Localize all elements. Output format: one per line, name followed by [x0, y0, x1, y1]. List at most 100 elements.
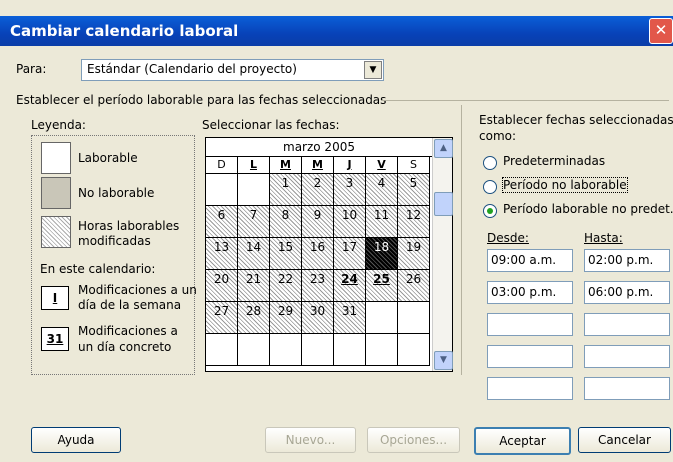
calendar-day-cell[interactable]: 5 [398, 174, 430, 206]
scroll-down-icon[interactable]: ▼ [434, 351, 453, 370]
calendar-day-cell[interactable] [398, 302, 430, 334]
radio-no-laborable[interactable] [483, 180, 497, 194]
calendar-day-cell[interactable]: 13 [206, 238, 238, 270]
desde-field[interactable]: 09:00 a.m. [487, 249, 573, 272]
no-laborable-swatch [41, 177, 71, 209]
specific-day-icon: 31 [41, 327, 69, 351]
desde-label: Desde: [487, 231, 529, 245]
calendar-day-number: 11 [373, 208, 390, 222]
calendar-day-cell[interactable]: 10 [334, 206, 366, 238]
desde-field[interactable]: 03:00 p.m. [487, 281, 573, 304]
calendar-scrollbar[interactable]: ▲ ▼ [432, 138, 453, 371]
calendar-day-cell[interactable]: 9 [302, 206, 334, 238]
calendar-day-cell[interactable]: 7 [238, 206, 270, 238]
calendar-day-cell[interactable]: 8 [270, 206, 302, 238]
cancelar-button[interactable]: Cancelar [578, 427, 671, 453]
title-bar: Cambiar calendario laboral [0, 16, 673, 46]
day-header: J [334, 157, 366, 174]
calendar-day-cell[interactable]: 28 [238, 302, 270, 334]
desde-field[interactable] [487, 345, 573, 368]
calendar-day-number: 27 [213, 304, 230, 318]
chevron-down-icon[interactable]: ▼ [364, 61, 382, 79]
calendar-day-cell[interactable] [270, 334, 302, 366]
calendar-day-cell[interactable]: 22 [270, 270, 302, 302]
aceptar-button[interactable]: Aceptar [474, 427, 571, 455]
desde-field[interactable] [487, 313, 573, 336]
group-divider [382, 100, 669, 101]
calendar-day-number: 20 [213, 272, 230, 286]
calendar-day-cell[interactable]: 20 [206, 270, 238, 302]
hasta-field[interactable]: 06:00 p.m. [584, 281, 670, 304]
icon2-label-line2: un día concreto [78, 340, 172, 354]
calendar-day-cell[interactable] [366, 334, 398, 366]
calendar-day-number: 14 [245, 240, 262, 254]
opciones-button[interactable]: Opciones... [367, 427, 460, 453]
calendar-day-cell[interactable] [238, 334, 270, 366]
calendar-day-cell[interactable]: 15 [270, 238, 302, 270]
calendar-day-cell[interactable]: 27 [206, 302, 238, 334]
calendar-grid[interactable]: marzo 2005 D L M M J V S ▲ ▼ 1 2 3 4 5 6 7 8 9 10… [205, 137, 453, 372]
calendar-day-number: 5 [409, 176, 418, 190]
calendar-day-cell[interactable] [334, 334, 366, 366]
calendar-day-cell[interactable]: 2 [302, 174, 334, 206]
calendar-day-cell[interactable]: 24 [334, 270, 366, 302]
hasta-field[interactable] [584, 377, 670, 400]
calendar-day-number: 23 [309, 272, 326, 286]
option-no-laborable[interactable]: Período no laborable [502, 177, 628, 193]
legend-subtitle: En este calendario: [40, 262, 156, 276]
dialog-title: Cambiar calendario laboral [10, 22, 239, 40]
legend-item-laborable: Laborable [78, 151, 138, 165]
calendar-day-cell[interactable] [238, 174, 270, 206]
calendar-day-cell[interactable]: 30 [302, 302, 334, 334]
calendar-day-number: 16 [309, 240, 326, 254]
calendar-day-cell[interactable]: 6 [206, 206, 238, 238]
radio-predeterminadas[interactable] [483, 156, 497, 170]
calendar-day-cell[interactable] [206, 334, 238, 366]
laborable-swatch [41, 142, 71, 174]
calendar-day-cell[interactable]: 3 [334, 174, 366, 206]
desde-field[interactable] [487, 377, 573, 400]
calendar-day-cell[interactable]: 19 [398, 238, 430, 270]
calendar-day-cell[interactable]: 11 [366, 206, 398, 238]
calendar-day-cell[interactable]: 26 [398, 270, 430, 302]
calendar-day-number: 4 [377, 176, 386, 190]
calendar-day-cell[interactable] [302, 334, 334, 366]
calendar-day-cell[interactable]: 16 [302, 238, 334, 270]
calendar-day-number: 15 [277, 240, 294, 254]
calendar-day-number: 6 [217, 208, 226, 222]
calendar-day-cell[interactable]: 18 [366, 238, 398, 270]
radio-laborable-no-predet[interactable] [483, 204, 497, 218]
calendar-day-cell[interactable] [206, 174, 238, 206]
para-select-value: Estándar (Calendario del proyecto) [87, 62, 297, 76]
hasta-field[interactable]: 02:00 p.m. [584, 249, 670, 272]
calendar-day-cell[interactable]: 1 [270, 174, 302, 206]
calendar-day-cell[interactable]: 21 [238, 270, 270, 302]
option-laborable-no-predet[interactable]: Período laborable no predet. [503, 202, 673, 216]
icon2-label-line1: Modificaciones a [78, 324, 178, 338]
hasta-field[interactable] [584, 313, 670, 336]
nuevo-button[interactable]: Nuevo... [265, 427, 356, 453]
calendar-day-cell[interactable]: 4 [366, 174, 398, 206]
para-select[interactable]: Estándar (Calendario del proyecto) ▼ [81, 59, 384, 81]
calendar-month: marzo 2005 [206, 138, 432, 157]
calendar-day-cell[interactable]: 31 [334, 302, 366, 334]
calendar-day-number: 10 [341, 208, 358, 222]
calendar-day-cell[interactable]: 12 [398, 206, 430, 238]
calendar-day-cell[interactable]: 29 [270, 302, 302, 334]
calendar-day-number: 24 [341, 272, 358, 286]
hasta-field[interactable] [584, 345, 670, 368]
scroll-up-icon[interactable]: ▲ [434, 139, 453, 158]
calendar-day-cell[interactable]: 14 [238, 238, 270, 270]
ayuda-button[interactable]: Ayuda [31, 427, 121, 453]
calendar-day-number: 1 [281, 176, 290, 190]
calendar-day-cell[interactable]: 25 [366, 270, 398, 302]
option-predeterminadas[interactable]: Predeterminadas [503, 154, 605, 168]
scroll-thumb[interactable] [434, 192, 453, 216]
legend-item-no-laborable: No laborable [78, 186, 155, 200]
calendar-day-cell[interactable]: 23 [302, 270, 334, 302]
close-icon[interactable]: ✕ [649, 18, 673, 44]
calendar-day-cell[interactable] [398, 334, 430, 366]
calendar-day-cell[interactable]: 17 [334, 238, 366, 270]
calendar-day-cell[interactable] [366, 302, 398, 334]
calendar-day-number: 9 [313, 208, 322, 222]
